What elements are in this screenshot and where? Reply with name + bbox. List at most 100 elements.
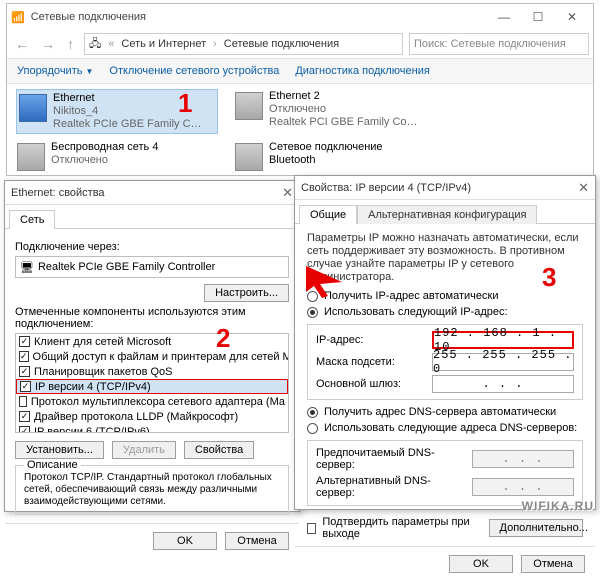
- annotation-3: 3: [542, 262, 556, 293]
- dialog-right-tabs: Общие Альтернативная конфигурация: [295, 200, 595, 224]
- folder-icon: 📶: [11, 11, 25, 24]
- connection-ethernet2[interactable]: Ethernet 2 Отключено Realtek PCI GBE Fam…: [235, 90, 435, 133]
- up-button[interactable]: ↑: [63, 34, 78, 54]
- back-button[interactable]: ←: [11, 34, 33, 54]
- adapter-icon: [235, 92, 263, 120]
- dialog-left-tabs: Сеть: [5, 205, 299, 229]
- connections-area: Ethernet Nikitos_4 Realtek PCIe GBE Fami…: [7, 84, 593, 177]
- gateway-input[interactable]: . . .: [432, 375, 574, 393]
- dialog-left-title: Ethernet: свойства: [11, 187, 105, 199]
- properties-button[interactable]: Свойства: [184, 441, 254, 459]
- component-row[interactable]: ✓ Клиент для сетей Microsoft: [16, 334, 288, 349]
- minimize-button[interactable]: —: [487, 6, 521, 28]
- explorer-toolbar: Упорядочить▼ Отключение сетевого устройс…: [7, 58, 593, 84]
- dns2-label: Альтернативный DNS-сервер:: [316, 475, 466, 499]
- configure-button[interactable]: Настроить...: [204, 284, 289, 302]
- component-row-ipv4[interactable]: ✓ IP версии 4 (TCP/IPv4): [16, 379, 288, 394]
- annotation-2: 2: [216, 323, 230, 354]
- checkbox-icon[interactable]: ✓: [19, 426, 30, 433]
- components-list[interactable]: ✓ Клиент для сетей Microsoft ✓ Общий дос…: [15, 333, 289, 433]
- radio-manual-ip[interactable]: Использовать следующий IP-адрес:: [295, 304, 595, 320]
- dialog-left-titlebar: Ethernet: свойства ✕: [5, 181, 299, 205]
- toolbar-diagnose[interactable]: Диагностика подключения: [295, 65, 429, 77]
- dialog-right-footer: OK Отмена: [295, 546, 595, 580]
- checkbox-icon[interactable]: ✓: [19, 351, 29, 362]
- cancel-button[interactable]: Отмена: [521, 555, 585, 573]
- confirm-label: Подтвердить параметры при выходе: [322, 516, 476, 540]
- nic-icon: 🖥: [20, 261, 34, 274]
- explorer-titlebar: 📶 Сетевые подключения — ☐ ✕: [7, 4, 593, 30]
- dns-fields: Предпочитаемый DNS-сервер: . . . Альтерн…: [307, 440, 583, 506]
- ip-fields: IP-адрес: 192 . 168 . 1 . 10 Маска подсе…: [307, 324, 583, 400]
- dns1-input: . . .: [472, 450, 574, 468]
- ip-input[interactable]: 192 . 168 . 1 . 10: [432, 331, 574, 349]
- adapter-icon: [235, 143, 263, 171]
- dialog-ethernet-properties: Ethernet: свойства ✕ Сеть Подключение че…: [4, 180, 300, 512]
- close-icon[interactable]: ✕: [578, 180, 589, 196]
- connection-wifi4[interactable]: Беспроводная сеть 4 Отключено: [17, 141, 217, 171]
- checkbox-icon[interactable]: ✓: [20, 381, 31, 392]
- breadcrumb-1[interactable]: Сеть и Интернет: [121, 38, 206, 50]
- red-arrow-icon: [302, 262, 350, 298]
- component-row[interactable]: Протокол мультиплексора сетевого адаптер…: [16, 394, 288, 409]
- explorer-title: Сетевые подключения: [31, 11, 146, 23]
- close-button[interactable]: ✕: [555, 6, 589, 28]
- remove-button: Удалить: [112, 441, 176, 459]
- radio-icon: [307, 307, 318, 318]
- adapter-icon: [17, 143, 45, 171]
- tab-general[interactable]: Общие: [299, 205, 357, 224]
- component-row[interactable]: ✓ Планировщик пакетов QoS: [16, 364, 288, 379]
- connect-via-label: Подключение через:: [15, 241, 289, 253]
- adapter-icon: [19, 94, 47, 122]
- gateway-label: Основной шлюз:: [316, 378, 426, 390]
- search-input[interactable]: Поиск: Сетевые подключения: [409, 33, 589, 55]
- confirm-checkbox[interactable]: [307, 523, 316, 534]
- component-row[interactable]: ✓ Общий доступ к файлам и принтерам для …: [16, 349, 288, 364]
- explorer-navbar: ← → ↑ 🖧 « Сеть и Интернет › Сетевые подк…: [7, 30, 593, 58]
- description-legend: Описание: [24, 459, 81, 471]
- radio-icon: [307, 423, 318, 434]
- close-icon[interactable]: ✕: [282, 185, 293, 201]
- mask-input[interactable]: 255 . 255 . 255 . 0: [432, 353, 574, 371]
- advanced-button[interactable]: Дополнительно...: [489, 519, 583, 537]
- radio-manual-dns[interactable]: Использовать следующие адреса DNS-сервер…: [295, 420, 595, 436]
- dialog-ipv4-properties: Свойства: IP версии 4 (TCP/IPv4) ✕ Общие…: [294, 175, 596, 510]
- explorer-window: 📶 Сетевые подключения — ☐ ✕ ← → ↑ 🖧 « Се…: [6, 3, 594, 176]
- radio-icon: [307, 407, 318, 418]
- dns2-input: . . .: [472, 478, 574, 496]
- tab-alt-config[interactable]: Альтернативная конфигурация: [357, 205, 537, 224]
- adapter-field: 🖥 Realtek PCIe GBE Family Controller: [15, 256, 289, 278]
- description-text: Протокол TCP/IP. Стандартный протокол гл…: [24, 472, 280, 508]
- ok-button[interactable]: OK: [449, 555, 513, 573]
- search-placeholder: Поиск: Сетевые подключения: [414, 38, 566, 50]
- checkbox-icon[interactable]: ✓: [19, 366, 30, 377]
- component-row[interactable]: ✓ Драйвер протокола LLDP (Майкрософт): [16, 409, 288, 424]
- component-row[interactable]: ✓ IP версии 6 (TCP/IPv6): [16, 424, 288, 433]
- toolbar-disable[interactable]: Отключение сетевого устройства: [109, 65, 279, 77]
- ok-button[interactable]: OK: [153, 532, 217, 550]
- forward-button[interactable]: →: [37, 34, 59, 54]
- dialog-right-titlebar: Свойства: IP версии 4 (TCP/IPv4) ✕: [295, 176, 595, 200]
- watermark: WIFIKA.RU: [522, 499, 594, 513]
- checkbox-icon[interactable]: ✓: [19, 411, 30, 422]
- breadcrumb-2[interactable]: Сетевые подключения: [224, 38, 339, 50]
- checkbox-icon[interactable]: [19, 396, 27, 407]
- connection-bluetooth[interactable]: Сетевое подключение Bluetooth: [235, 141, 435, 171]
- components-label: Отмеченные компоненты используются этим …: [15, 306, 289, 330]
- mask-label: Маска подсети:: [316, 356, 426, 368]
- dialog-left-footer: OK Отмена: [5, 523, 299, 557]
- radio-auto-dns[interactable]: Получить адрес DNS-сервера автоматически: [295, 404, 595, 420]
- adapter-name: Realtek PCIe GBE Family Controller: [38, 261, 215, 273]
- maximize-button[interactable]: ☐: [521, 6, 555, 28]
- annotation-1: 1: [178, 88, 192, 119]
- dns1-label: Предпочитаемый DNS-сервер:: [316, 447, 466, 471]
- install-button[interactable]: Установить...: [15, 441, 104, 459]
- dialog-right-title: Свойства: IP версии 4 (TCP/IPv4): [301, 182, 471, 194]
- cancel-button[interactable]: Отмена: [225, 532, 289, 550]
- ip-label: IP-адрес:: [316, 334, 426, 346]
- description-box: Описание Протокол TCP/IP. Стандартный пр…: [15, 465, 289, 515]
- checkbox-icon[interactable]: ✓: [19, 336, 30, 347]
- address-bar[interactable]: 🖧 « Сеть и Интернет › Сетевые подключени…: [84, 33, 403, 55]
- toolbar-organize[interactable]: Упорядочить▼: [17, 65, 93, 77]
- tab-network[interactable]: Сеть: [9, 210, 55, 229]
